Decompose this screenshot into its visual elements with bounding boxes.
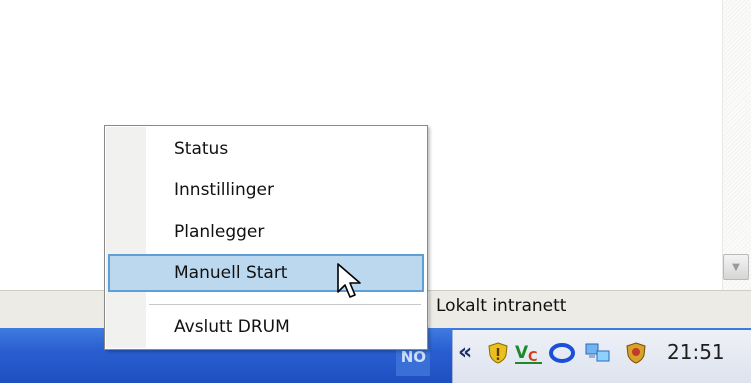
menu-separator bbox=[149, 304, 421, 305]
svg-text:V: V bbox=[515, 343, 529, 363]
taskbar-clock[interactable]: 21:51 bbox=[667, 340, 725, 364]
shield-badge-icon[interactable] bbox=[624, 341, 648, 365]
menu-item-scheduler[interactable]: Planlegger bbox=[174, 222, 264, 242]
scroll-down-arrow[interactable]: ▼ bbox=[723, 254, 749, 280]
security-zone-label: Lokalt intranett bbox=[436, 296, 567, 316]
cloud-ring-icon[interactable] bbox=[548, 341, 576, 365]
vertical-scrollbar[interactable] bbox=[722, 0, 751, 290]
menu-item-manual-start[interactable]: Manuell Start bbox=[174, 263, 287, 283]
menu-icon-gutter bbox=[106, 127, 146, 348]
menu-item-exit-drum[interactable]: Avslutt DRUM bbox=[174, 317, 290, 337]
security-shield-warning-icon[interactable] bbox=[486, 341, 510, 365]
menu-item-status[interactable]: Status bbox=[174, 139, 228, 159]
tray-context-menu: Status Innstillinger Planlegger Manuell … bbox=[104, 125, 428, 350]
vc-icon[interactable]: V C bbox=[514, 341, 544, 365]
mouse-pointer-icon bbox=[337, 263, 361, 298]
tray-expand-chevron-icon[interactable]: « bbox=[458, 340, 472, 365]
menu-item-settings[interactable]: Innstillinger bbox=[174, 180, 274, 200]
network-computers-icon[interactable] bbox=[584, 341, 612, 365]
